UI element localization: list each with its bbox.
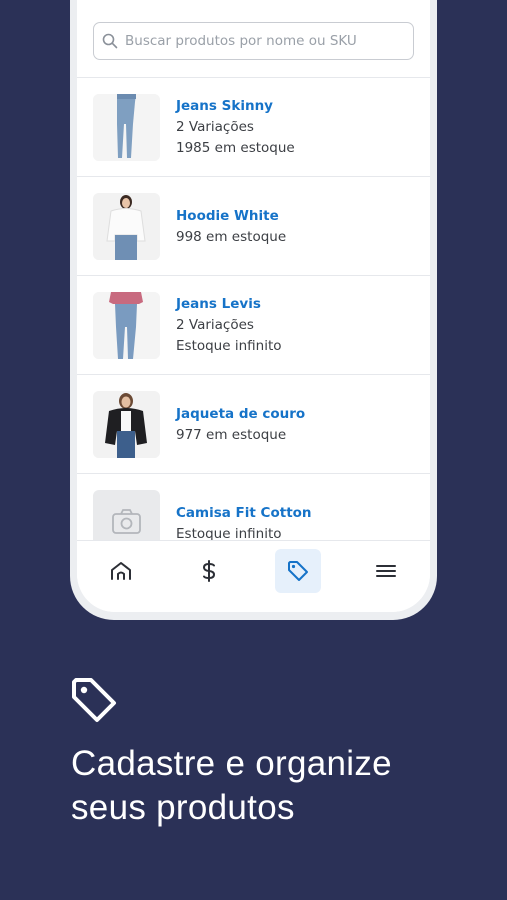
list-item[interactable]: Jeans Skinny 2 Variações 1985 em estoque xyxy=(77,78,430,177)
product-stock: 1985 em estoque xyxy=(176,140,295,156)
product-list: Jeans Skinny 2 Variações 1985 em estoque xyxy=(77,78,430,573)
search-icon xyxy=(102,33,118,49)
search-input[interactable] xyxy=(125,33,405,49)
promo-headline: Cadastre e organize seus produtos xyxy=(71,742,471,830)
product-name[interactable]: Hoodie White xyxy=(176,208,286,224)
product-stock: Estoque infinito xyxy=(176,338,282,354)
jaqueta-couro-photo xyxy=(93,390,160,458)
nav-finance[interactable] xyxy=(186,549,232,593)
nav-menu[interactable] xyxy=(363,549,409,593)
search-bar-container xyxy=(77,0,430,78)
tag-icon xyxy=(72,678,116,722)
bottom-navigation xyxy=(77,540,430,612)
product-variations: 2 Variações xyxy=(176,317,254,333)
list-item[interactable]: Jaqueta de couro 977 em estoque xyxy=(77,375,430,474)
app-screen: Jeans Skinny 2 Variações 1985 em estoque xyxy=(77,0,430,612)
list-item[interactable]: Jeans Levis 2 Variações Estoque infinito xyxy=(77,276,430,375)
home-icon xyxy=(111,562,132,580)
product-name[interactable]: Jaqueta de couro xyxy=(176,406,305,422)
product-stock: 998 em estoque xyxy=(176,228,287,245)
product-name[interactable]: Jeans Levis xyxy=(176,296,282,312)
phone-mockup: Jeans Skinny 2 Variações 1985 em estoque xyxy=(70,0,437,620)
headline-line-1: Cadastre e organize xyxy=(71,744,392,783)
product-variations: 2 Variações xyxy=(176,119,254,135)
jeans-levis-photo xyxy=(93,291,160,359)
headline-line-2: seus produtos xyxy=(71,788,295,827)
search-box[interactable] xyxy=(93,22,414,60)
menu-icon xyxy=(375,565,396,577)
product-name[interactable]: Jeans Skinny xyxy=(176,98,295,114)
tag-icon xyxy=(287,561,308,581)
dollar-icon xyxy=(203,560,216,582)
list-item[interactable]: Hoodie White 998 em estoque xyxy=(77,177,430,276)
hoodie-white-photo xyxy=(93,192,160,260)
product-name[interactable]: Camisa Fit Cotton xyxy=(176,505,312,521)
jeans-skinny-photo xyxy=(93,93,160,161)
product-stock: 977 em estoque xyxy=(176,426,287,443)
nav-home[interactable] xyxy=(98,549,144,593)
nav-products[interactable] xyxy=(274,549,321,593)
